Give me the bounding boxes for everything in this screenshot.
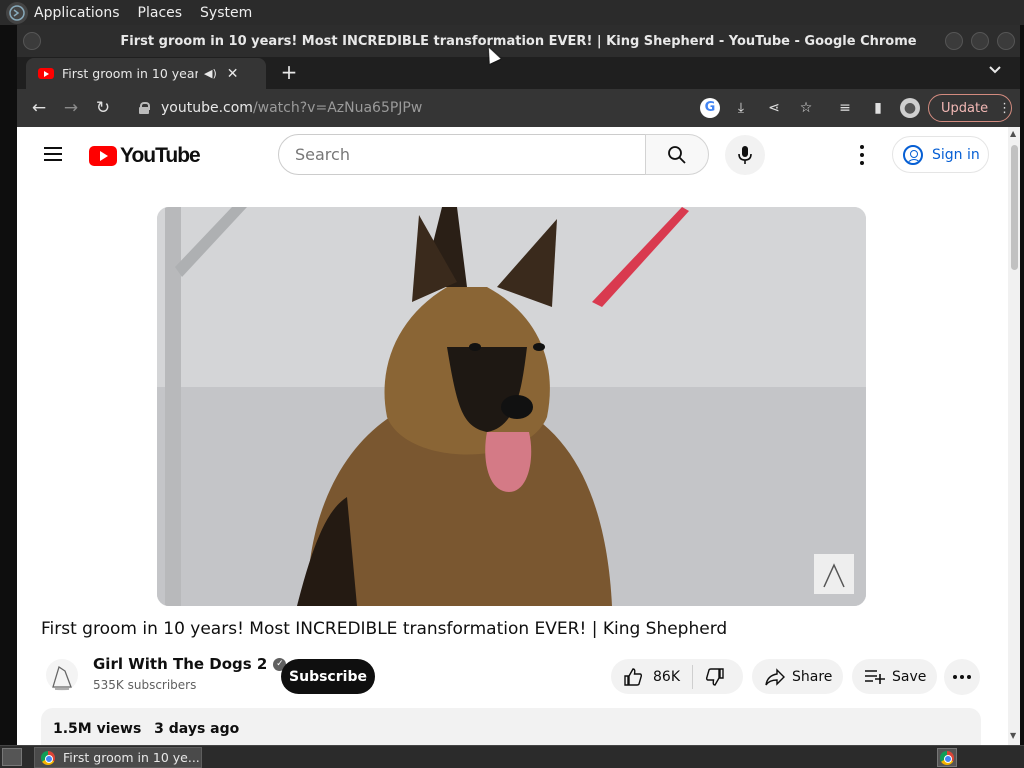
subscriber-count: 535K subscribers: [93, 678, 197, 692]
desktop-taskbar: First groom in 10 ye...: [0, 745, 1024, 768]
minimize-button[interactable]: [945, 32, 963, 50]
menu-places[interactable]: Places: [138, 5, 183, 21]
video-frame-dog-image: [157, 207, 866, 606]
taskbar-task-title: First groom in 10 ye...: [63, 750, 200, 765]
settings-menu-icon[interactable]: [859, 145, 865, 165]
description-box[interactable]: 1.5M views 3 days ago: [41, 708, 981, 745]
browser-toolbar: ← → ↻ youtube.com/watch?v=AzNua65PJPw G …: [17, 89, 1020, 127]
channel-name-row: Girl With The Dogs 2 ✓: [93, 655, 287, 673]
menu-system[interactable]: System: [200, 5, 252, 21]
youtube-logo-text: YouTube: [120, 144, 201, 167]
like-dislike-group: 86K: [611, 659, 743, 694]
maximize-button[interactable]: [971, 32, 989, 50]
voice-search-button[interactable]: [725, 135, 765, 175]
google-lens-icon[interactable]: G: [700, 98, 720, 118]
profile-avatar-icon[interactable]: ●: [900, 98, 920, 118]
install-app-icon[interactable]: ⤓: [731, 98, 751, 118]
chrome-window: First groom in 10 years! Most INCREDIBLE…: [17, 25, 1020, 745]
share-page-icon[interactable]: ⋖: [764, 98, 784, 118]
window-titlebar[interactable]: First groom in 10 years! Most INCREDIBLE…: [17, 25, 1020, 57]
dislike-button[interactable]: [693, 659, 737, 694]
page-scrollbar[interactable]: ▲ ▼: [1008, 127, 1020, 745]
tab-title: First groom in 10 years! Most INCREDIBLE…: [62, 66, 198, 81]
address-bar[interactable]: youtube.com/watch?v=AzNua65PJPw: [133, 94, 713, 122]
chrome-menu-icon[interactable]: ⋮: [998, 101, 1011, 116]
taskbar-chrome-window[interactable]: First groom in 10 ye...: [34, 747, 202, 768]
search-button[interactable]: [645, 134, 709, 175]
thumbs-down-icon: [706, 667, 724, 686]
channel-name[interactable]: Girl With The Dogs 2: [93, 655, 267, 673]
tray-chrome-icon: [940, 750, 954, 765]
subscribe-button[interactable]: Subscribe: [281, 659, 375, 694]
url-path: /watch?v=AzNua65PJPw: [252, 100, 423, 116]
url-host: youtube.com: [161, 100, 253, 116]
close-tab-icon[interactable]: ✕: [227, 66, 239, 82]
guide-menu-icon[interactable]: [44, 147, 62, 161]
account-circle-icon: [903, 144, 923, 165]
window-title: First groom in 10 years! Most INCREDIBLE…: [120, 33, 917, 49]
share-label: Share: [792, 668, 833, 685]
sign-in-label: Sign in: [932, 146, 980, 163]
reload-icon[interactable]: ↻: [92, 97, 114, 119]
close-window-button[interactable]: [997, 32, 1015, 50]
chrome-icon: [41, 750, 55, 765]
desktop-background-left: [0, 25, 17, 745]
tab-search-chevron-icon[interactable]: [989, 63, 1001, 77]
sign-in-button[interactable]: Sign in: [892, 136, 989, 173]
youtube-favicon-icon: [38, 68, 54, 79]
tab-youtube[interactable]: First groom in 10 years! Most INCREDIBLE…: [26, 58, 266, 89]
bookmark-star-icon[interactable]: ☆: [796, 98, 816, 118]
search-icon: [668, 145, 686, 164]
tab-strip: First groom in 10 years! Most INCREDIBLE…: [17, 57, 1020, 89]
youtube-play-logo-icon: [89, 146, 117, 166]
youtube-page: YouTube Search Sign in First groom in 10…: [17, 127, 1008, 745]
microphone-icon: [738, 146, 752, 164]
side-panel-icon[interactable]: ▮: [868, 98, 888, 118]
scrollbar-thumb[interactable]: [1011, 145, 1018, 270]
view-count: 1.5M views: [53, 721, 142, 737]
scroll-down-arrow-icon[interactable]: ▼: [1010, 731, 1016, 740]
playlist-add-icon: [865, 669, 885, 684]
more-actions-icon[interactable]: [944, 659, 980, 695]
back-arrow-icon[interactable]: ←: [28, 97, 50, 119]
new-tab-button[interactable]: +: [277, 61, 301, 85]
window-menu-button[interactable]: [23, 32, 41, 50]
channel-avatar[interactable]: [45, 657, 79, 693]
share-arrow-icon: [765, 667, 785, 686]
tray-chrome-button[interactable]: [937, 748, 957, 767]
forward-arrow-icon[interactable]: →: [60, 97, 82, 119]
scroll-up-arrow-icon[interactable]: ▲: [1010, 129, 1016, 138]
show-desktop-button[interactable]: [2, 748, 22, 766]
search-input[interactable]: Search: [278, 134, 646, 175]
speaker-icon[interactable]: ◀): [204, 67, 217, 80]
like-count: 86K: [653, 668, 680, 685]
media-controls-icon[interactable]: ≡: [835, 98, 855, 118]
share-button[interactable]: Share: [752, 659, 843, 694]
update-label: Update: [941, 100, 989, 116]
desktop-top-panel: Applications Places System: [0, 0, 1024, 25]
menu-applications[interactable]: Applications: [34, 5, 120, 21]
video-title: First groom in 10 years! Most INCREDIBLE…: [41, 619, 728, 639]
video-player[interactable]: [157, 207, 866, 606]
distro-logo-icon[interactable]: [6, 1, 28, 24]
desktop-background-right: [1020, 25, 1024, 745]
update-button[interactable]: Update ⋮: [928, 94, 1012, 122]
youtube-logo[interactable]: YouTube: [89, 144, 201, 168]
save-label: Save: [892, 668, 927, 685]
like-button[interactable]: 86K: [611, 659, 692, 694]
lock-icon[interactable]: [139, 102, 150, 114]
upload-age: 3 days ago: [154, 721, 240, 737]
save-button[interactable]: Save: [852, 659, 937, 694]
thumbs-up-icon: [624, 667, 642, 686]
